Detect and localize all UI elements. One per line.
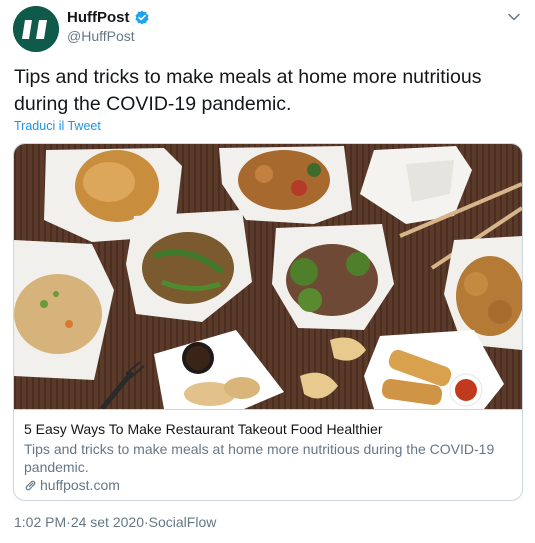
link-icon [25, 480, 36, 490]
link-card[interactable]: 5 Easy Ways To Make Restaurant Takeout F… [13, 143, 523, 501]
card-image[interactable] [14, 144, 522, 409]
huffpost-logo-icon [13, 6, 59, 52]
card-body[interactable]: 5 Easy Ways To Make Restaurant Takeout F… [14, 409, 522, 500]
tweet-meta: 1:02 PM · 24 set 2020 · SocialFlow [14, 514, 216, 530]
card-domain[interactable]: huffpost.com [24, 477, 120, 493]
author-name-row[interactable]: HuffPost [67, 9, 150, 26]
more-options-button[interactable] [507, 10, 521, 24]
author-avatar[interactable] [13, 6, 59, 52]
translate-tweet-link[interactable]: Traduci il Tweet [14, 119, 101, 133]
card-title[interactable]: 5 Easy Ways To Make Restaurant Takeout F… [24, 421, 382, 437]
tweet-source[interactable]: SocialFlow [149, 514, 217, 530]
verified-badge-icon [134, 10, 150, 26]
card-domain-text[interactable]: huffpost.com [40, 477, 120, 493]
tweet-time[interactable]: 1:02 PM [14, 514, 66, 530]
author-handle[interactable]: @HuffPost [67, 28, 135, 44]
card-description: Tips and tricks to make meals at home mo… [24, 441, 495, 475]
chevron-down-icon [508, 13, 520, 21]
takeout-food-photo [14, 144, 522, 409]
author-display-name[interactable]: HuffPost [67, 9, 130, 26]
tweet-text: Tips and tricks to make meals at home mo… [14, 66, 482, 115]
tweet-date[interactable]: 24 set 2020 [71, 514, 144, 530]
